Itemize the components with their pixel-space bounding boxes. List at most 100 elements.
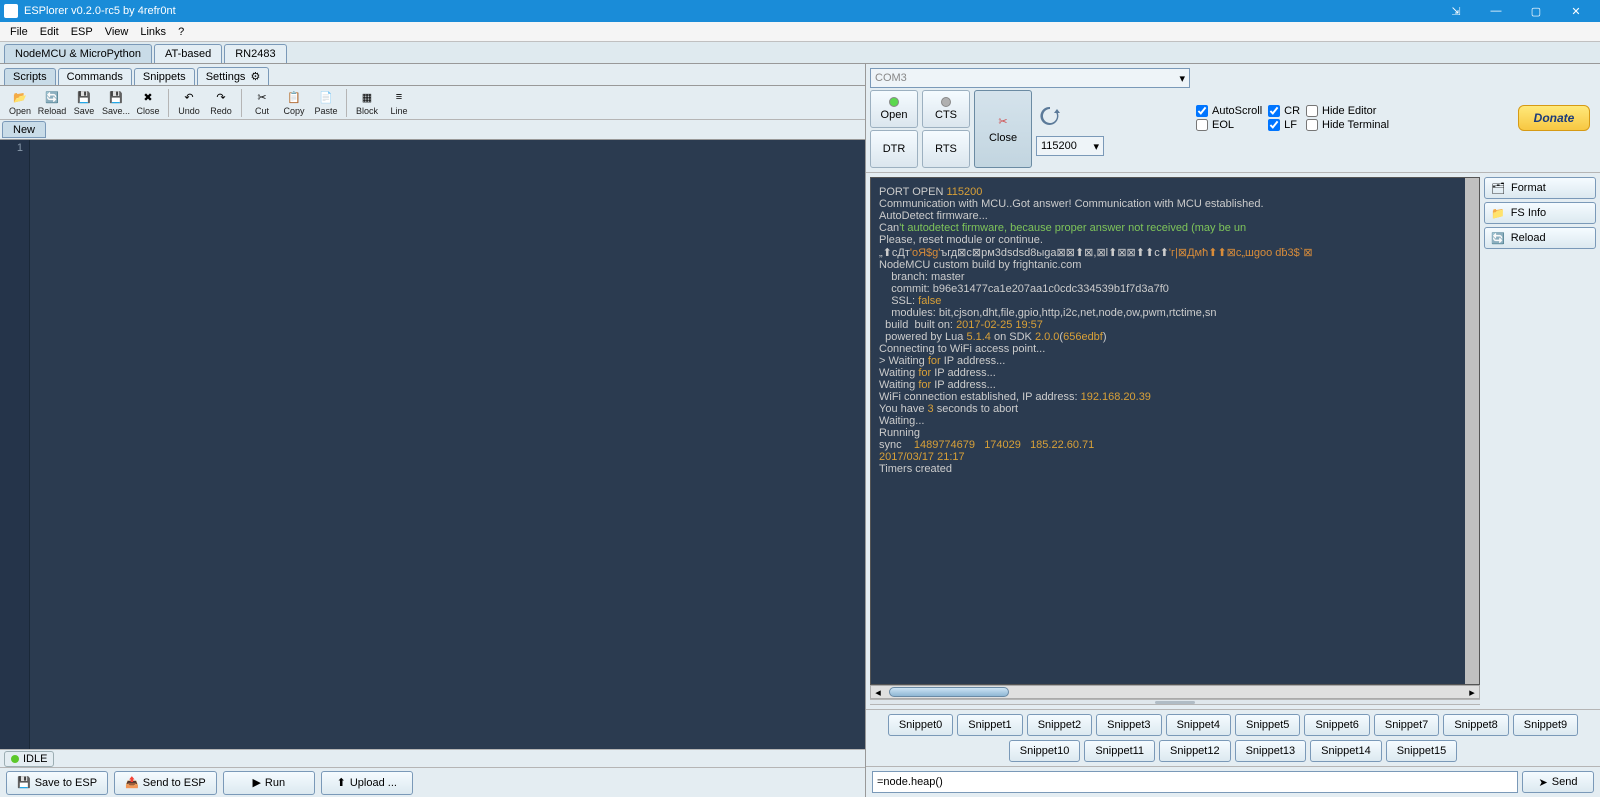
disconnect-icon: ✂	[998, 115, 1007, 128]
snippet-button-8[interactable]: Snippet8	[1443, 714, 1508, 736]
terminal-hscrollbar[interactable]: ◂ ▸	[870, 685, 1480, 699]
status-text: IDLE	[23, 753, 47, 765]
copy-button[interactable]: 📋Copy	[278, 89, 310, 116]
port-select[interactable]: COM3 ▾	[870, 68, 1190, 88]
cr-checkbox[interactable]: CR	[1268, 105, 1300, 117]
snippet-button-7[interactable]: Snippet7	[1374, 714, 1439, 736]
tab-nodemcu-micropython[interactable]: NodeMCU & MicroPython	[4, 44, 152, 63]
snippet-button-10[interactable]: Snippet10	[1009, 740, 1081, 762]
run-button[interactable]: ▶ Run	[223, 771, 315, 795]
undo-button[interactable]: ↶Undo	[173, 89, 205, 116]
snippet-button-0[interactable]: Snippet0	[888, 714, 953, 736]
terminal-line: PORT OPEN 115200	[879, 186, 1471, 198]
cts-indicator[interactable]: CTS	[922, 90, 970, 128]
label: Format	[1511, 182, 1546, 194]
label: Save to ESP	[35, 777, 97, 789]
command-input[interactable]	[872, 771, 1518, 793]
label: Save	[74, 106, 95, 116]
scroll-right-icon[interactable]: ▸	[1465, 686, 1479, 699]
scroll-thumb[interactable]	[889, 687, 1009, 697]
fsinfo-button[interactable]: 📁 FS Info	[1484, 202, 1596, 224]
snippet-button-4[interactable]: Snippet4	[1166, 714, 1231, 736]
snippet-button-14[interactable]: Snippet14	[1310, 740, 1382, 762]
refresh-ports-button[interactable]	[1036, 102, 1064, 130]
upload-button[interactable]: ⬆ Upload ...	[321, 771, 413, 795]
hide-editor-checkbox[interactable]: Hide Editor	[1306, 105, 1389, 117]
save-icon: 💾	[76, 89, 92, 105]
open-button[interactable]: 📂Open	[4, 89, 36, 116]
label: Reload	[38, 106, 67, 116]
send-button[interactable]: ➤ Send	[1522, 771, 1594, 793]
code-area[interactable]	[30, 140, 865, 749]
close-port-button[interactable]: ✂ Close	[974, 90, 1032, 168]
label: Open	[881, 109, 908, 121]
save-to-esp-button[interactable]: 💾 Save to ESP	[6, 771, 108, 795]
minimize-button[interactable]: —	[1476, 0, 1516, 22]
reload-fs-button[interactable]: 🔄 Reload	[1484, 227, 1596, 249]
file-tab-new[interactable]: New	[2, 121, 46, 138]
format-button[interactable]: 🗂 Format	[1484, 177, 1596, 199]
terminal-line: commit: b96e31477ca1e207aa1c0cdc334539b1…	[879, 283, 1471, 295]
baud-select[interactable]: 115200 ▾	[1036, 136, 1104, 156]
close-window-button[interactable]: ✕	[1556, 0, 1596, 22]
splitter[interactable]	[870, 699, 1480, 705]
snippet-button-1[interactable]: Snippet1	[957, 714, 1022, 736]
snippet-button-9[interactable]: Snippet9	[1513, 714, 1578, 736]
terminal-line: 2017/03/17 21:17	[879, 451, 1471, 463]
label: Line	[390, 106, 407, 116]
code-editor[interactable]: 1	[0, 140, 865, 749]
window-overflow[interactable]: ⇲	[1436, 0, 1476, 22]
maximize-button[interactable]: ▢	[1516, 0, 1556, 22]
label: Open	[9, 106, 31, 116]
terminal-vscrollbar[interactable]	[1465, 178, 1479, 684]
checkbox-col-1: AutoScroll EOL	[1196, 68, 1262, 168]
menu-help[interactable]: ?	[172, 24, 190, 40]
tab-scripts[interactable]: Scripts	[4, 68, 56, 85]
undo-icon: ↶	[181, 89, 197, 105]
save-button[interactable]: 💾Save	[68, 89, 100, 116]
saveas-button[interactable]: 💾Save...	[100, 89, 132, 116]
line-button[interactable]: ≡Line	[383, 89, 415, 116]
menu-esp[interactable]: ESP	[65, 24, 99, 40]
send-to-esp-button[interactable]: 📤 Send to ESP	[114, 771, 217, 795]
menu-view[interactable]: View	[99, 24, 135, 40]
snippet-button-6[interactable]: Snippet6	[1304, 714, 1369, 736]
terminal-line: Running	[879, 427, 1471, 439]
redo-button[interactable]: ↷Redo	[205, 89, 237, 116]
tab-at-based[interactable]: AT-based	[154, 44, 222, 63]
tab-settings[interactable]: Settings ⚙	[197, 67, 270, 85]
cut-button[interactable]: ✂Cut	[246, 89, 278, 116]
tab-snippets[interactable]: Snippets	[134, 68, 195, 85]
paste-button[interactable]: 📄Paste	[310, 89, 342, 116]
snippet-button-15[interactable]: Snippet15	[1386, 740, 1458, 762]
rts-button[interactable]: RTS	[922, 130, 970, 168]
eol-checkbox[interactable]: EOL	[1196, 119, 1262, 131]
open-port-button[interactable]: Open	[870, 90, 918, 128]
close-button[interactable]: ✖Close	[132, 89, 164, 116]
scroll-left-icon[interactable]: ◂	[871, 686, 885, 699]
lf-checkbox[interactable]: LF	[1268, 119, 1300, 131]
menu-edit[interactable]: Edit	[34, 24, 65, 40]
snippet-button-11[interactable]: Snippet11	[1084, 740, 1155, 762]
block-button[interactable]: ▦Block	[351, 89, 383, 116]
snippet-button-2[interactable]: Snippet2	[1027, 714, 1092, 736]
snippet-button-3[interactable]: Snippet3	[1096, 714, 1161, 736]
tab-rn2483[interactable]: RN2483	[224, 44, 286, 63]
hide-terminal-checkbox[interactable]: Hide Terminal	[1306, 119, 1389, 131]
snippet-button-13[interactable]: Snippet13	[1235, 740, 1307, 762]
snippet-button-12[interactable]: Snippet12	[1159, 740, 1231, 762]
tab-commands[interactable]: Commands	[58, 68, 132, 85]
donate-button[interactable]: Donate	[1518, 105, 1590, 131]
terminal-line: Communication with MCU..Got answer! Comm…	[879, 198, 1471, 210]
tab-settings-label: Settings	[206, 71, 246, 83]
terminal-line: sync 1489774679 174029 185.22.60.71	[879, 439, 1471, 451]
label: Block	[356, 106, 378, 116]
protocol-tabs: NodeMCU & MicroPython AT-based RN2483	[0, 42, 1600, 64]
snippet-button-5[interactable]: Snippet5	[1235, 714, 1300, 736]
serial-terminal[interactable]: PORT OPEN 115200Communication with MCU..…	[870, 177, 1480, 685]
menu-file[interactable]: File	[4, 24, 34, 40]
reload-button[interactable]: 🔄Reload	[36, 89, 68, 116]
menu-links[interactable]: Links	[134, 24, 172, 40]
autoscroll-checkbox[interactable]: AutoScroll	[1196, 105, 1262, 117]
dtr-button[interactable]: DTR	[870, 130, 918, 168]
